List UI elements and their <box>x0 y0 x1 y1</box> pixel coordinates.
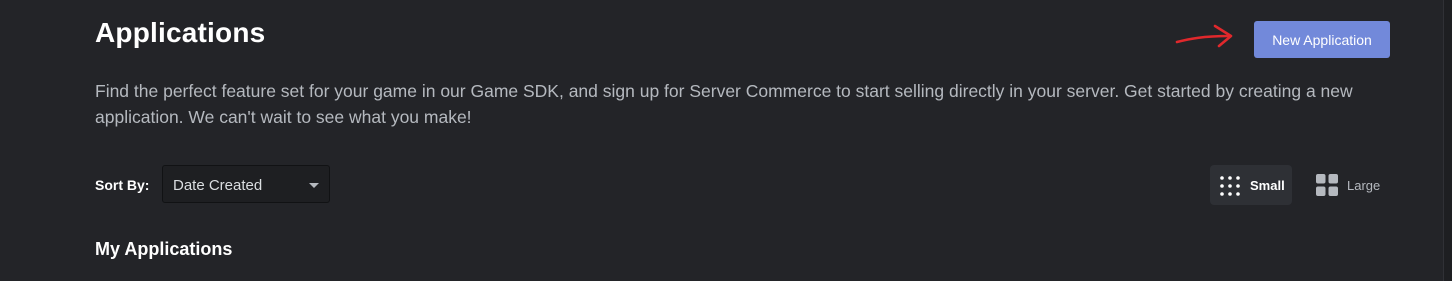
page-description: Find the perfect feature set for your ga… <box>95 81 1353 127</box>
view-large-label: Large <box>1347 178 1381 193</box>
view-small-label: Small <box>1250 178 1285 193</box>
sort-select[interactable]: Date Created <box>162 165 330 203</box>
sort-by-label: Sort By: <box>95 177 150 193</box>
section-title-my-applications: My Applications <box>95 239 233 259</box>
scroll-edge <box>1443 0 1452 281</box>
grid-small-icon <box>1220 176 1240 196</box>
red-arrow-annotation-icon <box>1175 24 1233 48</box>
page-title: Applications <box>95 17 266 48</box>
view-small-button[interactable]: Small <box>1210 165 1292 205</box>
new-application-button[interactable]: New Application <box>1254 21 1390 58</box>
grid-large-icon <box>1316 174 1338 196</box>
sort-select-value: Date Created <box>173 177 263 194</box>
view-large-button[interactable]: Large <box>1308 165 1390 205</box>
chevron-down-icon <box>309 183 319 188</box>
